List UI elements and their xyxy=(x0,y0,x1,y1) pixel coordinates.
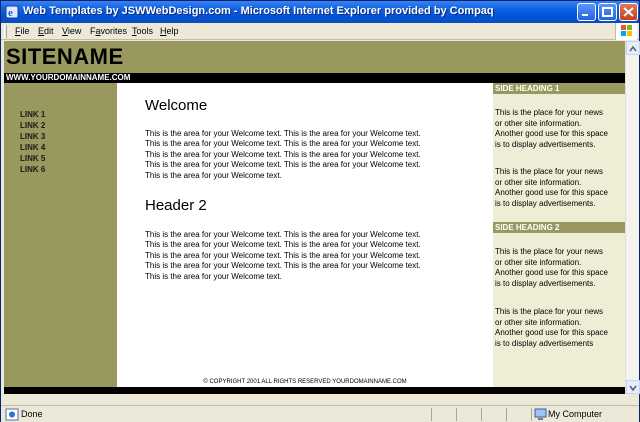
window-title: Web Templates by JSWWebDesign.com - Micr… xyxy=(23,5,494,17)
bottom-bar xyxy=(4,387,625,394)
nav-link-4[interactable]: LINK 4 xyxy=(20,143,45,153)
menu-help[interactable]: Help xyxy=(160,26,179,36)
scroll-gutter xyxy=(1,394,639,405)
close-button[interactable] xyxy=(619,3,638,21)
site-name: SITENAME xyxy=(6,44,124,69)
page-viewport[interactable]: SITENAME WWW.YOURDOMAINNAME.COM LINK 1 L… xyxy=(4,41,625,394)
header-2-paragraph: This is the area for your Welcome text. … xyxy=(145,230,421,281)
status-divider xyxy=(481,408,482,421)
menu-tools[interactable]: Tools xyxy=(132,26,153,36)
header-2-heading: Header 2 xyxy=(145,197,207,214)
site-header: SITENAME xyxy=(4,41,625,73)
windows-logo xyxy=(615,23,637,40)
status-divider xyxy=(506,408,507,421)
nav-link-1[interactable]: LINK 1 xyxy=(20,110,45,120)
internet-explorer-icon: e xyxy=(5,5,19,19)
welcome-paragraph: This is the area for your Welcome text. … xyxy=(145,129,421,180)
side-heading-1: SIDE HEADING 1 xyxy=(493,83,625,94)
maximize-icon xyxy=(602,7,613,17)
domain-bar: WWW.YOURDOMAINNAME.COM xyxy=(4,73,625,83)
menu-file[interactable]: File xyxy=(15,26,30,36)
minimize-icon xyxy=(582,14,588,16)
nav-link-3[interactable]: LINK 3 xyxy=(20,132,45,142)
nav-link-5[interactable]: LINK 5 xyxy=(20,154,45,164)
close-icon xyxy=(623,7,634,17)
vertical-scrollbar[interactable] xyxy=(625,41,640,394)
menu-edit[interactable]: Edit xyxy=(38,26,54,36)
arrow-down-icon xyxy=(629,385,637,392)
status-divider xyxy=(456,408,457,421)
scroll-down-button[interactable] xyxy=(626,380,640,394)
security-zone: My Computer xyxy=(548,409,603,419)
menu-bar: File Edit View Favorites Tools Help xyxy=(1,23,639,40)
toolbar-grip[interactable] xyxy=(4,25,7,38)
page-done-icon xyxy=(5,408,19,421)
maximize-button[interactable] xyxy=(598,3,617,21)
right-sidebar: SIDE HEADING 1 This is the place for you… xyxy=(493,83,625,387)
title-bar[interactable]: e Web Templates by JSWWebDesign.com - Mi… xyxy=(1,1,639,23)
menu-favorites[interactable]: Favorites xyxy=(90,26,127,36)
welcome-heading: Welcome xyxy=(145,97,208,114)
scroll-up-button[interactable] xyxy=(626,41,640,55)
status-divider xyxy=(531,408,532,421)
svg-text:e: e xyxy=(8,7,13,19)
copyright-footer: © COPYRIGHT 2001 ALL RIGHTS RESERVED YOU… xyxy=(117,377,493,387)
side-text-2a: This is the place for your news or other … xyxy=(495,247,608,288)
arrow-up-icon xyxy=(629,45,637,52)
browser-window: e Web Templates by JSWWebDesign.com - Mi… xyxy=(0,0,640,422)
side-text-1b: This is the place for your news or other … xyxy=(495,167,608,208)
main-content: Welcome This is the area for your Welcom… xyxy=(117,83,493,377)
side-text-1a: This is the place for your news or other … xyxy=(495,108,608,149)
status-text: Done xyxy=(21,409,43,419)
minimize-button[interactable] xyxy=(577,3,596,21)
left-nav: LINK 1 LINK 2 LINK 3 LINK 4 LINK 5 LINK … xyxy=(4,83,117,387)
side-text-2b: This is the place for your news or other … xyxy=(495,307,608,348)
menu-view[interactable]: View xyxy=(62,26,81,36)
windows-flag-icon xyxy=(621,25,632,36)
nav-link-6[interactable]: LINK 6 xyxy=(20,165,45,175)
status-divider xyxy=(431,408,432,421)
status-bar: Done My Computer xyxy=(1,405,639,422)
my-computer-icon xyxy=(534,408,547,420)
side-heading-2: SIDE HEADING 2 xyxy=(493,222,625,233)
nav-link-2[interactable]: LINK 2 xyxy=(20,121,45,131)
